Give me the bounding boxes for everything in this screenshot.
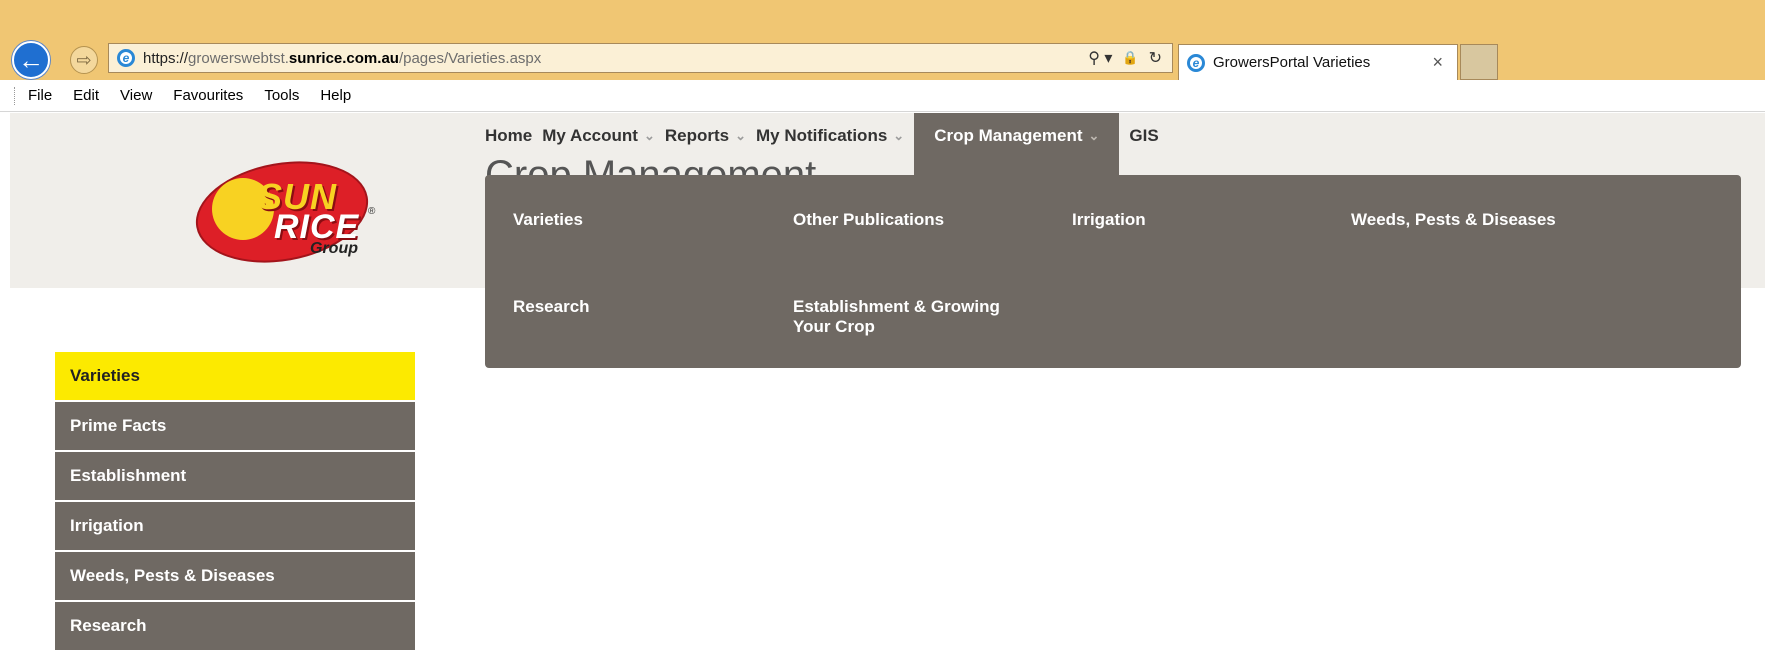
nav-reports-label: Reports: [664, 126, 730, 145]
dropdown-item-other-publications[interactable]: Other Publications: [793, 210, 944, 230]
menu-file[interactable]: File: [28, 87, 52, 104]
dropdown-item-weeds-pests-diseases[interactable]: Weeds, Pests & Diseases: [1351, 210, 1556, 230]
back-button[interactable]: ←: [12, 41, 50, 79]
nav-my-notifications-label: My Notifications: [756, 126, 888, 145]
nav-my-account-label: My Account: [542, 126, 638, 145]
menu-favourites[interactable]: Favourites: [173, 87, 243, 104]
sidebar-item-establishment[interactable]: Establishment: [55, 452, 415, 500]
new-tab-button[interactable]: [1460, 44, 1498, 80]
nav-my-account[interactable]: My Account ⌄: [542, 113, 665, 175]
nav-home-label: Home: [485, 126, 533, 145]
nav-crop-management[interactable]: Crop Management ⌄: [914, 113, 1120, 175]
url-path: /pages/Varieties.aspx: [398, 49, 542, 67]
logo-registered-mark: ®: [368, 206, 376, 217]
search-icon[interactable]: ⚲ ▾: [1088, 48, 1112, 68]
menu-view[interactable]: View: [120, 87, 152, 104]
top-navigation: Home My Account ⌄ Reports ⌄ My Notificat…: [485, 113, 1169, 175]
chevron-down-icon: ⌄: [643, 128, 655, 143]
url-text[interactable]: https://growerswebtst.sunrice.com.au/pag…: [143, 50, 541, 67]
sunrice-logo[interactable]: SUN RICE ® Group: [187, 148, 390, 276]
ie-page-icon: e: [117, 49, 135, 67]
nav-my-notifications[interactable]: My Notifications ⌄: [756, 113, 914, 175]
address-bar[interactable]: e https://growerswebtst.sunrice.com.au/p…: [108, 43, 1173, 73]
forward-button[interactable]: ⇨: [70, 46, 98, 74]
sidebar-item-irrigation[interactable]: Irrigation: [55, 502, 415, 550]
url-prefix: https://: [143, 49, 189, 67]
dropdown-item-establishment-growing[interactable]: Establishment & Growing Your Crop: [793, 297, 1023, 337]
chevron-down-icon: ⌄: [1088, 128, 1100, 143]
dropdown-item-research[interactable]: Research: [513, 297, 590, 317]
url-subdomain: growerswebtst.: [188, 49, 289, 67]
tab-close-icon[interactable]: ×: [1432, 52, 1443, 73]
url-domain: sunrice.com.au: [288, 49, 399, 67]
refresh-icon[interactable]: ↻: [1149, 48, 1162, 68]
crop-management-dropdown: Varieties Other Publications Irrigation …: [485, 175, 1741, 368]
nav-home[interactable]: Home: [485, 113, 542, 175]
menu-help[interactable]: Help: [320, 87, 351, 104]
nav-reports[interactable]: Reports ⌄: [665, 113, 756, 175]
tab-ie-icon: e: [1187, 53, 1205, 72]
nav-gis[interactable]: GIS: [1129, 113, 1168, 175]
chevron-down-icon: ⌄: [735, 128, 746, 143]
sidebar-item-weeds-pests-diseases[interactable]: Weeds, Pests & Diseases: [55, 552, 415, 600]
toolbar-grip: [14, 86, 18, 105]
forward-arrow-icon: ⇨: [76, 49, 92, 70]
chevron-down-icon: ⌄: [893, 128, 905, 143]
logo-word-group: Group: [310, 240, 358, 257]
lock-icon[interactable]: 🔒: [1122, 50, 1138, 66]
browser-tab[interactable]: e GrowersPortal Varieties ×: [1178, 44, 1458, 80]
sidebar-item-varieties[interactable]: Varieties: [55, 352, 415, 400]
address-tools: ⚲ ▾ 🔒 ↻: [1088, 44, 1162, 72]
dropdown-item-irrigation[interactable]: Irrigation: [1072, 210, 1146, 230]
browser-menubar: File Edit View Favourites Tools Help: [0, 80, 1765, 112]
sidebar-item-research[interactable]: Research: [55, 602, 415, 650]
menu-tools[interactable]: Tools: [264, 87, 299, 104]
tab-title: GrowersPortal Varieties: [1213, 54, 1371, 71]
menu-edit[interactable]: Edit: [73, 87, 99, 104]
back-arrow-icon: ←: [18, 44, 44, 75]
dropdown-item-varieties[interactable]: Varieties: [513, 210, 583, 230]
side-navigation: Varieties Prime Facts Establishment Irri…: [55, 352, 415, 652]
browser-chrome: ← ⇨ e https://growerswebtst.sunrice.com.…: [0, 0, 1765, 80]
nav-crop-management-label: Crop Management: [934, 126, 1083, 145]
sidebar-item-prime-facts[interactable]: Prime Facts: [55, 402, 415, 450]
nav-gis-label: GIS: [1129, 126, 1159, 145]
